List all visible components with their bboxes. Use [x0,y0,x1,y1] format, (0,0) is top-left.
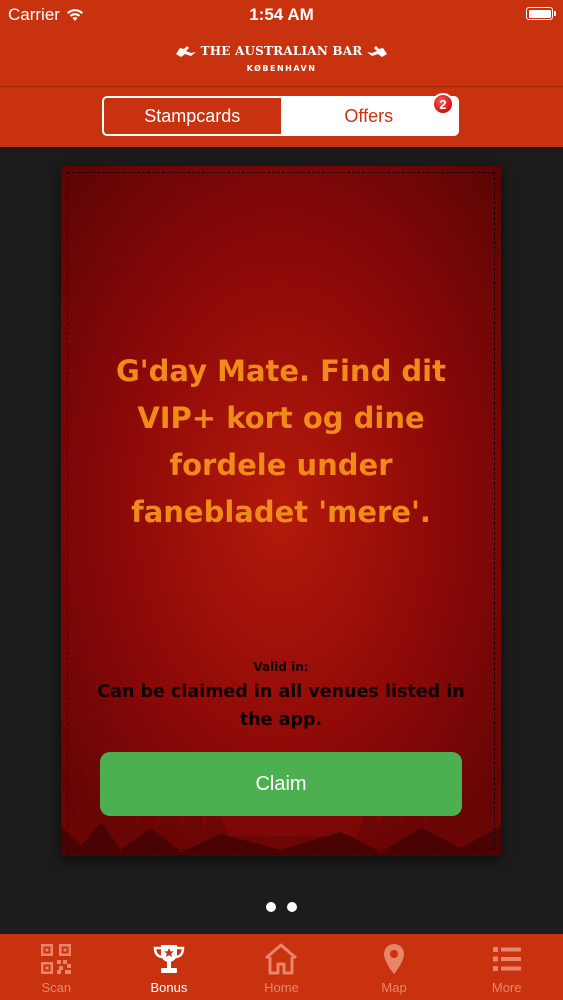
tab-map-label: Map [381,980,407,995]
valid-in-label: Valid in: [253,660,309,674]
tab-offers-label: Offers [344,105,394,126]
kangaroo-left-icon [175,46,196,57]
app-screen: Carrier 1:54 AM THE AUSTRALIAN BAR KØBEN… [0,0,563,1000]
tab-scan-label: Scan [41,980,72,995]
segment-bar: Stampcards Offers 2 [0,87,563,147]
valid-in-text: Can be claimed in all venues listed in t… [97,682,465,730]
offer-headline: G'day Mate. Find dit VIP+ kort og dine f… [115,354,446,529]
tab-offers[interactable]: Offers [280,98,457,134]
list-icon [492,947,521,971]
tab-map[interactable]: Map [338,934,451,1000]
logo-line1: THE AUSTRALIAN BAR [200,44,363,58]
tab-stampcards-label: Stampcards [144,105,241,126]
tab-bonus-label: Bonus [150,980,188,995]
clock: 1:54 AM [249,5,314,24]
tab-home[interactable]: Home [225,934,338,1000]
battery-icon [526,7,556,20]
home-icon [265,943,298,975]
map-pin-icon [384,944,405,974]
tab-bonus[interactable]: Bonus [113,934,226,1000]
tab-home-label: Home [264,980,299,995]
offers-count-badge: 2 [432,93,454,115]
battery-fill [528,9,551,18]
qr-code-icon [41,944,72,974]
tab-bar: Scan Bonus Home Map More [0,934,563,1000]
claim-button[interactable]: Claim [100,752,462,816]
app-header: THE AUSTRALIAN BAR KØBENHAVN [0,30,563,87]
page-dot[interactable] [266,902,276,912]
tab-more-label: More [491,980,522,995]
tab-more[interactable]: More [450,934,563,1000]
tab-stampcards[interactable]: Stampcards [104,98,281,134]
logo-line2: KØBENHAVN [246,64,317,73]
claim-button-label: Claim [255,772,307,795]
tab-scan[interactable]: Scan [0,934,113,1000]
offer-card: G'day Mate. Find dit VIP+ kort og dine f… [61,166,501,856]
page-indicator[interactable] [0,902,563,912]
page-dot[interactable] [287,902,297,912]
status-bar: Carrier 1:54 AM [0,0,563,30]
bar-logo: THE AUSTRALIAN BAR KØBENHAVN [0,44,563,73]
segmented-control: Stampcards Offers 2 [102,93,459,136]
kangaroo-right-icon [367,46,388,57]
trophy-icon [153,945,185,973]
